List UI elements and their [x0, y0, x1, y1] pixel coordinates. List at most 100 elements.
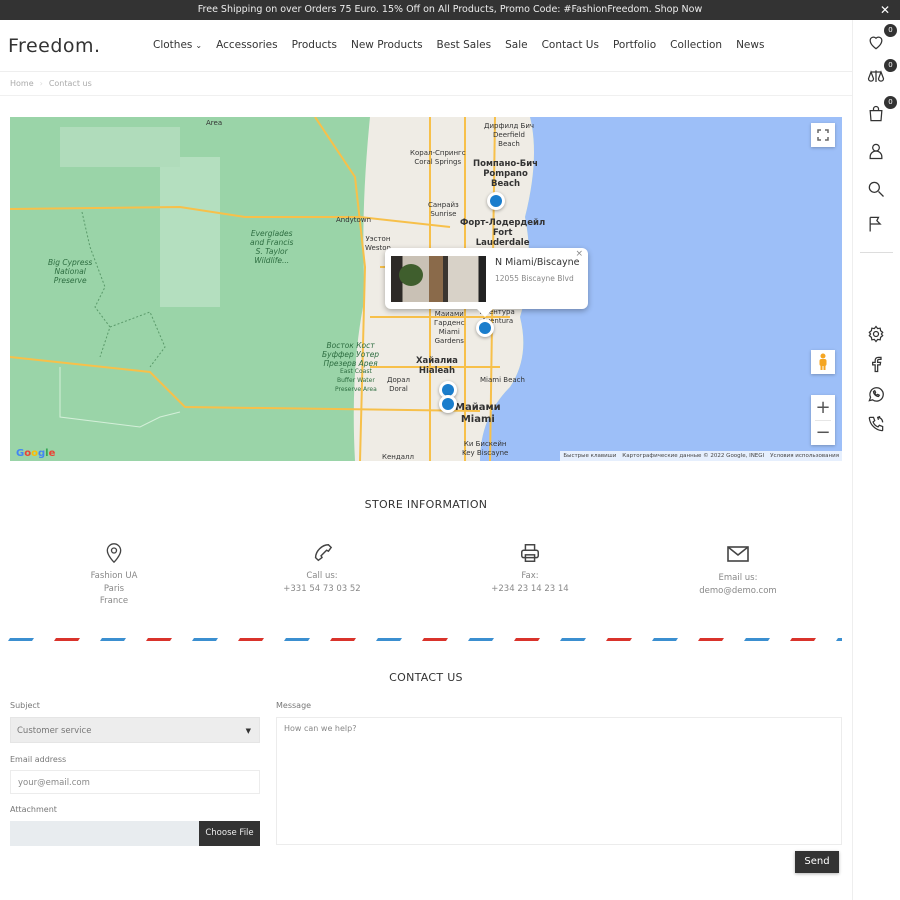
- terms-link[interactable]: Условия использования: [770, 451, 839, 461]
- stripe-segment: [514, 638, 540, 641]
- whatsapp-icon[interactable]: [866, 384, 886, 404]
- map-label: Everglades and Francis S. Taylor Wildlif…: [250, 229, 294, 265]
- map-label: Дирфилд Бич Deerfield Beach: [484, 122, 535, 148]
- nav-item-best-sales[interactable]: Best Sales: [437, 39, 492, 51]
- phone-number[interactable]: +331 54 73 03 52: [222, 583, 422, 596]
- pegman-icon: [819, 353, 827, 370]
- store-marker[interactable]: [439, 395, 457, 413]
- store-email: Email us: demo@demo.com: [638, 542, 838, 597]
- store-photo: [391, 256, 486, 302]
- stripe-segment: [376, 638, 402, 641]
- map-label: Восток Кост Буффер Уотер Презерв Арея: [322, 341, 380, 368]
- map-label: Area: [206, 119, 223, 127]
- message-label: Message: [276, 701, 312, 710]
- stripe-segment: [100, 638, 126, 641]
- facebook-icon[interactable]: [866, 354, 886, 374]
- subject-selected-value: Customer service: [17, 726, 92, 736]
- language-flag-icon[interactable]: [866, 214, 886, 234]
- zoom-in-button[interactable]: +: [815, 396, 830, 420]
- map-label: Майами Miami: [455, 402, 501, 425]
- stripe-segment: [698, 638, 724, 641]
- stripe-segment: [560, 638, 586, 641]
- map-label: Andytown: [336, 216, 371, 224]
- zoom-out-button[interactable]: −: [815, 421, 830, 445]
- compare-count-badge: 0: [884, 59, 897, 72]
- map-label: Маиами Гарденс Miami Gardens: [434, 310, 465, 345]
- map-label: Хайалиа Hialeah: [416, 356, 458, 376]
- stripe-segment: [836, 638, 842, 641]
- nav-label: Clothes: [153, 39, 193, 51]
- nav-item-contact-us[interactable]: Contact Us: [542, 39, 599, 51]
- chevron-down-icon: ⌄: [195, 41, 203, 50]
- compare-icon[interactable]: [866, 67, 886, 87]
- divider: [0, 95, 852, 96]
- breadcrumb-separator: ›: [39, 79, 43, 88]
- stripe-segment: [8, 638, 34, 641]
- logo[interactable]: Freedom.: [8, 35, 101, 57]
- stripe-segment: [54, 638, 80, 641]
- stripe-segment: [284, 638, 310, 641]
- email-input[interactable]: your@email.com: [10, 770, 260, 794]
- message-textarea[interactable]: How can we help?: [276, 717, 842, 845]
- stripe-segment: [238, 638, 264, 641]
- google-logo[interactable]: Google: [16, 448, 55, 459]
- nav-item-sale[interactable]: Sale: [505, 39, 527, 51]
- breadcrumb-current: Contact us: [48, 79, 92, 88]
- settings-icon[interactable]: [866, 324, 886, 344]
- store-marker[interactable]: [487, 192, 505, 210]
- breadcrumb-home[interactable]: Home: [10, 79, 34, 88]
- send-button[interactable]: Send: [795, 851, 839, 873]
- map-info-window: N Miami/Biscayne 12055 Biscayne Blvd ×: [385, 248, 588, 317]
- email-address[interactable]: demo@demo.com: [638, 585, 838, 598]
- fax-number: +234 23 14 23 14: [491, 583, 569, 594]
- info-window-title: N Miami/Biscayne: [495, 257, 580, 268]
- cart-count-badge: 0: [884, 96, 897, 109]
- nav-item-portfolio[interactable]: Portfolio: [613, 39, 656, 51]
- address-line: France: [99, 596, 129, 606]
- map-label: Дорал Doral: [387, 376, 410, 393]
- zoom-controls: + −: [811, 395, 835, 445]
- wishlist-count-badge: 0: [884, 24, 897, 37]
- announcement-text[interactable]: Free Shipping on over Orders 75 Euro. 15…: [198, 4, 702, 15]
- nav-item-products[interactable]: Products: [292, 39, 337, 51]
- store-marker[interactable]: [476, 319, 494, 337]
- stripe-segment: [606, 638, 632, 641]
- sidebar-divider: [860, 252, 893, 253]
- announcement-close-button[interactable]: ✕: [880, 0, 890, 20]
- nav-item-accessories[interactable]: Accessories: [216, 39, 278, 51]
- caret-down-icon: ▼: [245, 727, 251, 735]
- store-address: Fashion UA Paris France: [14, 542, 214, 608]
- cart-icon[interactable]: [866, 104, 886, 124]
- map-label: East Coast Buffer Water Preserve Area: [335, 368, 377, 393]
- subject-select[interactable]: Customer service ▼: [10, 717, 260, 743]
- nav-item-collection[interactable]: Collection: [670, 39, 722, 51]
- map-label: Форт-Лодердейл Fort Lauderdale: [460, 218, 546, 248]
- search-icon[interactable]: [866, 179, 886, 199]
- fax-icon: [521, 544, 539, 562]
- nav-item-news[interactable]: News: [736, 39, 764, 51]
- fullscreen-button[interactable]: [811, 123, 835, 147]
- address-line: Paris: [103, 583, 125, 594]
- info-window-close-button[interactable]: ×: [575, 249, 583, 259]
- keyboard-shortcuts-link[interactable]: Быстрые клавиши: [563, 451, 616, 461]
- map-label: Miami Beach: [480, 376, 525, 384]
- site-header: Freedom. Clothes ⌄ Accessories Products N…: [0, 20, 852, 72]
- wishlist-icon[interactable]: [866, 32, 886, 52]
- map-label: Помпано-Бич Pompano Beach: [473, 159, 539, 189]
- fax-label: Fax:: [521, 571, 539, 581]
- email-icon: [727, 546, 749, 562]
- callback-icon[interactable]: [866, 414, 886, 434]
- account-icon[interactable]: [866, 141, 886, 161]
- attachment-label: Attachment: [10, 805, 57, 814]
- fullscreen-icon: [817, 129, 829, 141]
- nav-item-clothes[interactable]: Clothes ⌄: [153, 39, 202, 51]
- map-label: Big Cypress National Preserve: [48, 258, 93, 285]
- announcement-bar: Free Shipping on over Orders 75 Euro. 15…: [0, 0, 900, 20]
- choose-file-button[interactable]: Choose File: [199, 821, 260, 846]
- street-view-pegman-button[interactable]: [811, 350, 835, 374]
- nav-item-new-products[interactable]: New Products: [351, 39, 423, 51]
- contact-heading: CONTACT US: [389, 671, 463, 684]
- store-map[interactable]: Area Дирфилд Бич Deerfield Beach Корал-С…: [10, 117, 842, 461]
- attachment-file-input[interactable]: Choose File: [10, 821, 260, 846]
- email-label: Email address: [10, 755, 67, 764]
